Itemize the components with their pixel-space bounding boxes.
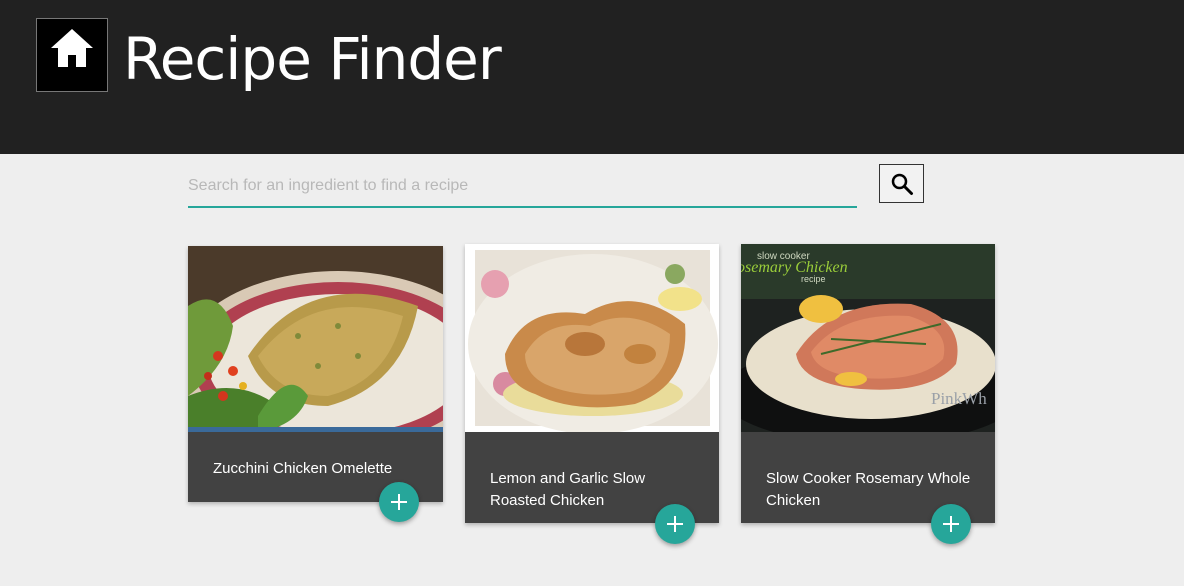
plus-icon — [943, 516, 959, 532]
add-recipe-button[interactable] — [655, 504, 695, 544]
recipe-card[interactable]: slow cooker osemary Chicken recipe PinkW… — [741, 244, 995, 523]
image-watermark: PinkWh — [931, 389, 987, 408]
plus-icon — [391, 494, 407, 510]
recipe-image — [188, 246, 443, 432]
home-button[interactable] — [36, 18, 108, 92]
add-recipe-button[interactable] — [931, 504, 971, 544]
search-input[interactable] — [188, 166, 857, 208]
add-recipe-button[interactable] — [379, 482, 419, 522]
recipe-title: Zucchini Chicken Omelette — [213, 460, 393, 477]
home-icon — [51, 29, 93, 67]
recipe-card[interactable]: Lemon and Garlic Slow Roasted Chicken — [465, 244, 719, 523]
search-button[interactable] — [879, 164, 924, 203]
recipe-card[interactable]: Zucchini Chicken Omelette — [188, 246, 443, 502]
image-caption: osemary Chicken — [741, 259, 848, 276]
recipe-image — [465, 244, 719, 432]
app-header: Recipe Finder — [0, 0, 1184, 154]
recipe-image: slow cooker osemary Chicken recipe PinkW… — [741, 244, 995, 432]
app-title: Recipe Finder — [123, 25, 502, 93]
search-icon — [891, 173, 913, 195]
plus-icon — [667, 516, 683, 532]
image-caption: recipe — [801, 274, 826, 284]
